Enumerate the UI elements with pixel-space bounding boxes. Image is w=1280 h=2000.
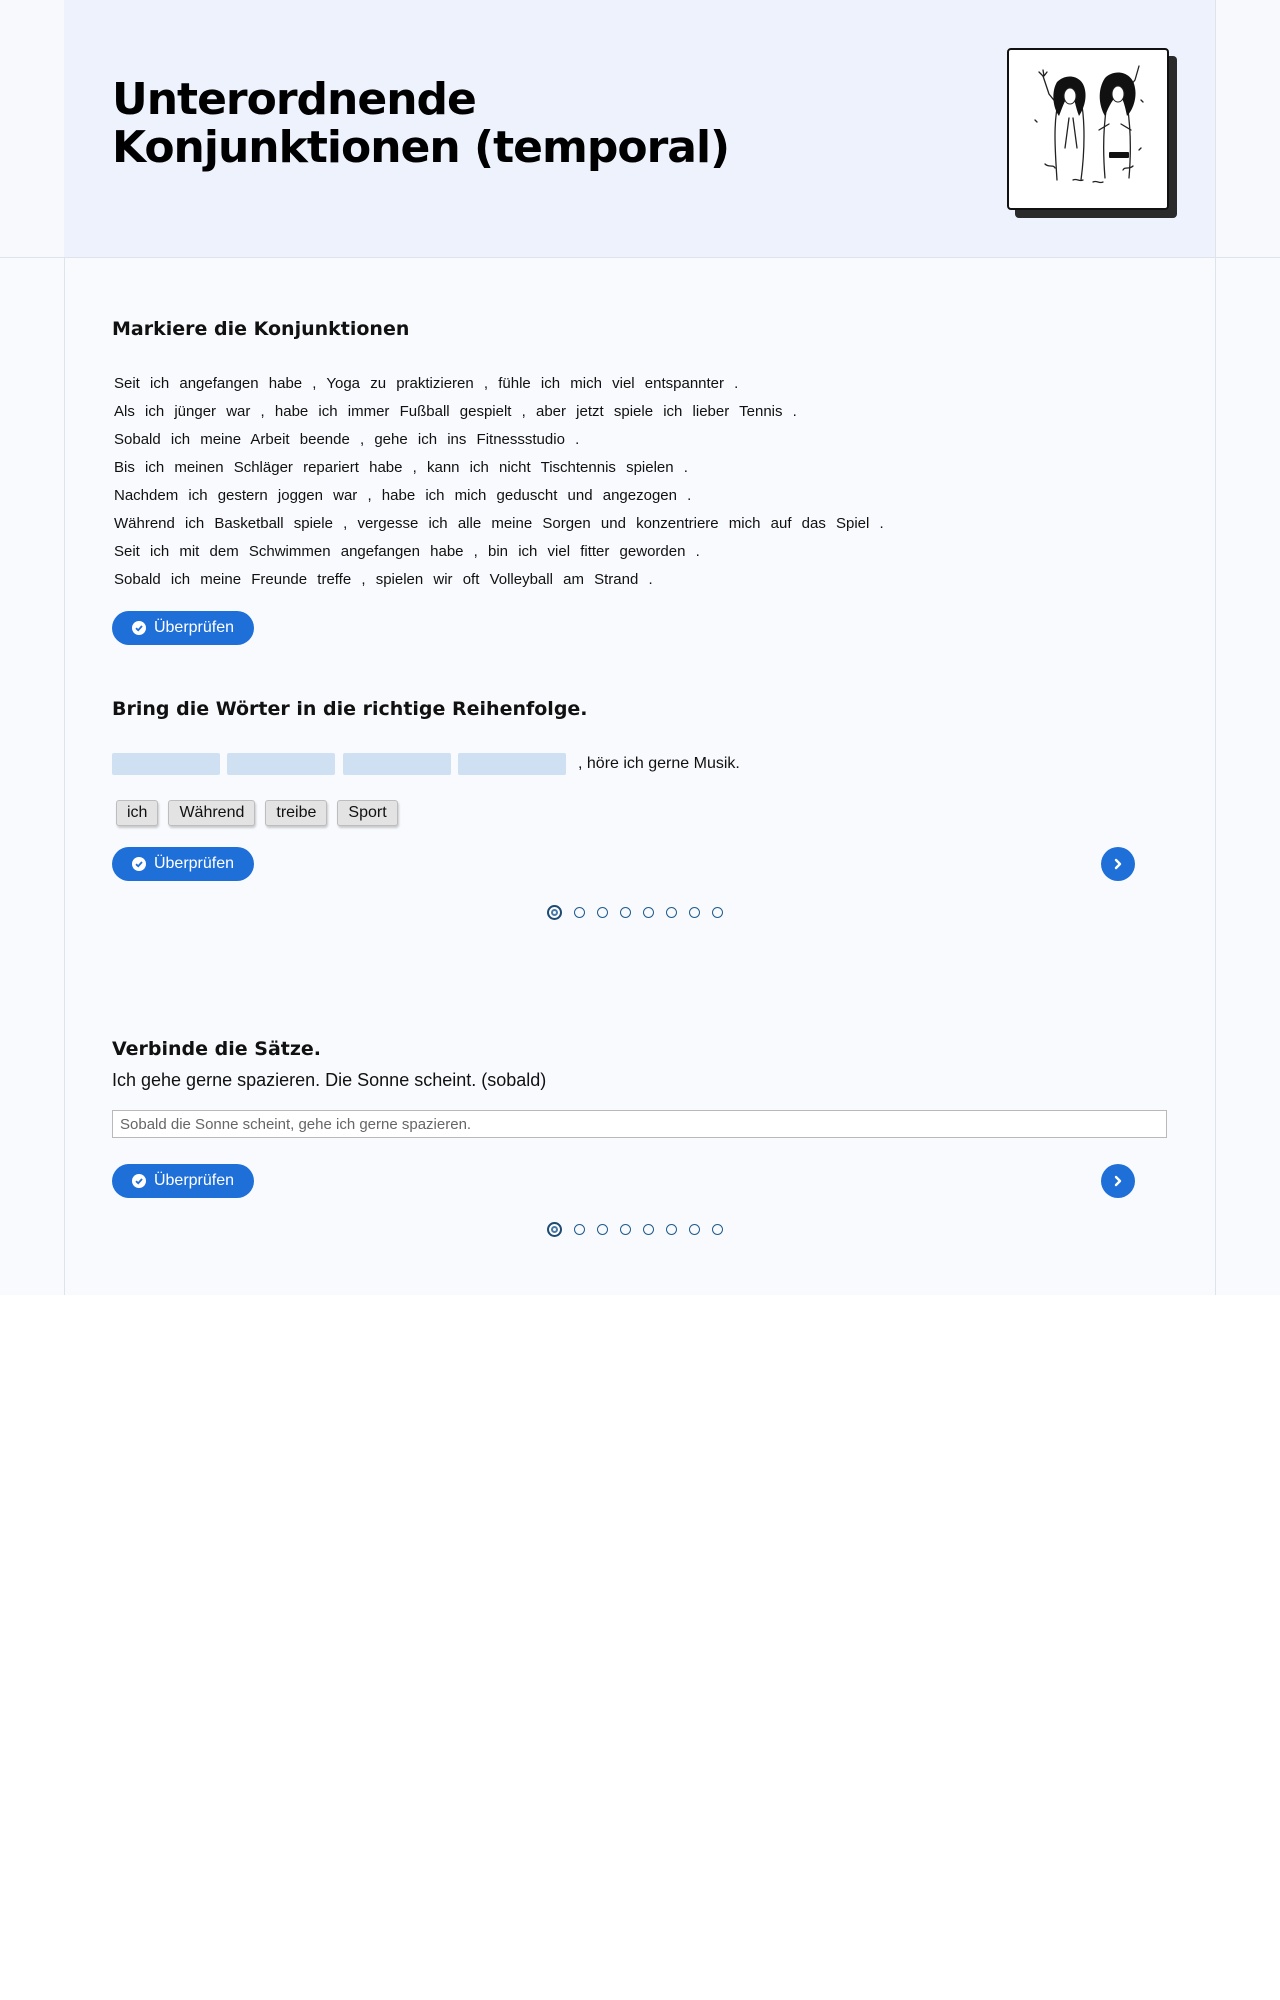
drop-slot-3[interactable]	[343, 753, 451, 775]
page-title-line-2: Konjunktionen (temporal)	[112, 122, 730, 173]
chevron-right-icon	[1114, 1175, 1122, 1187]
word-chip[interactable]: treibe	[265, 800, 328, 826]
page-dot-4[interactable]	[620, 1224, 631, 1235]
word-chip[interactable]: Sport	[337, 800, 398, 826]
page-dot-5[interactable]	[643, 1224, 654, 1235]
sentence-5[interactable]: Nachdem ich gestern joggen war , habe ic…	[114, 482, 884, 510]
check-button-exercise-1[interactable]: Überprüfen	[112, 611, 254, 645]
sentence-7[interactable]: Seit ich mit dem Schwimmen angefangen ha…	[114, 538, 884, 566]
next-exercise-button[interactable]	[1101, 847, 1135, 881]
page-header: Unterordnende Konjunktionen (temporal)	[64, 0, 1215, 257]
page-dot-6[interactable]	[666, 907, 677, 918]
check-circle-icon	[131, 1174, 146, 1188]
page-dot-3[interactable]	[597, 907, 608, 918]
page-dot-7[interactable]	[689, 1224, 700, 1235]
two-women-illustration-icon	[1034, 65, 1144, 184]
sentence-8[interactable]: Sobald ich meine Freunde treffe , spiele…	[114, 566, 884, 594]
exercise-3-title: Verbinde die Sätze.	[112, 1038, 322, 1060]
word-bank: ich Während treibe Sport	[116, 800, 398, 826]
page-dot-8[interactable]	[712, 907, 723, 918]
sentence-2[interactable]: Als ich jünger war , habe ich immer Fußb…	[114, 398, 884, 426]
hero-illustration	[1007, 48, 1169, 210]
page-dot-6[interactable]	[666, 1224, 677, 1235]
word-chip[interactable]: ich	[116, 800, 159, 826]
check-circle-icon	[131, 621, 146, 635]
page-dot-5[interactable]	[643, 907, 654, 918]
page-dot-7[interactable]	[689, 907, 700, 918]
check-button-label: Überprüfen	[153, 619, 235, 636]
drop-slot-1[interactable]	[112, 753, 220, 775]
page-dot-4[interactable]	[620, 907, 631, 918]
page-title: Unterordnende Konjunktionen (temporal)	[112, 76, 812, 172]
sentence-6[interactable]: Während ich Basketball spiele , vergesse…	[114, 510, 884, 538]
exercise-1-title: Markiere die Konjunktionen	[112, 318, 410, 340]
column-line-right	[1215, 0, 1216, 1295]
check-button-label: Überprüfen	[153, 1172, 235, 1189]
sentence-1[interactable]: Seit ich angefangen habe , Yoga zu prakt…	[114, 370, 884, 398]
sentence-4[interactable]: Bis ich meinen Schläger repariert habe ,…	[114, 454, 884, 482]
sentence-3[interactable]: Sobald ich meine Arbeit beende , gehe ic…	[114, 426, 884, 454]
next-exercise-button[interactable]	[1101, 1164, 1135, 1198]
page-dot-1[interactable]	[547, 905, 562, 920]
page-dot-2[interactable]	[574, 907, 585, 918]
word-order-row: , höre ich gerne Musik.	[112, 753, 812, 775]
sentence-list: Seit ich angefangen habe , Yoga zu prakt…	[114, 370, 884, 594]
page-title-line-1: Unterordnende	[112, 74, 477, 125]
word-chip[interactable]: Während	[168, 800, 256, 826]
drop-slot-4[interactable]	[458, 753, 566, 775]
answer-input[interactable]	[112, 1110, 1167, 1138]
check-button-exercise-3[interactable]: Überprüfen	[112, 1164, 254, 1198]
page-dot-3[interactable]	[597, 1224, 608, 1235]
check-button-exercise-2[interactable]: Überprüfen	[112, 847, 254, 881]
check-button-label: Überprüfen	[153, 855, 235, 872]
exercise-3-prompt: Ich gehe gerne spazieren. Die Sonne sche…	[112, 1070, 547, 1090]
chevron-right-icon	[1114, 858, 1122, 870]
page-dot-1[interactable]	[547, 1222, 562, 1237]
pagination-dots-exercise-2	[547, 905, 723, 920]
exercise-2-title: Bring die Wörter in die richtige Reihenf…	[112, 698, 588, 720]
page-dot-8[interactable]	[712, 1224, 723, 1235]
check-circle-icon	[131, 857, 146, 871]
drop-slot-2[interactable]	[227, 753, 335, 775]
pagination-dots-exercise-3	[547, 1222, 723, 1237]
page-dot-2[interactable]	[574, 1224, 585, 1235]
sentence-remainder: , höre ich gerne Musik.	[578, 755, 740, 772]
